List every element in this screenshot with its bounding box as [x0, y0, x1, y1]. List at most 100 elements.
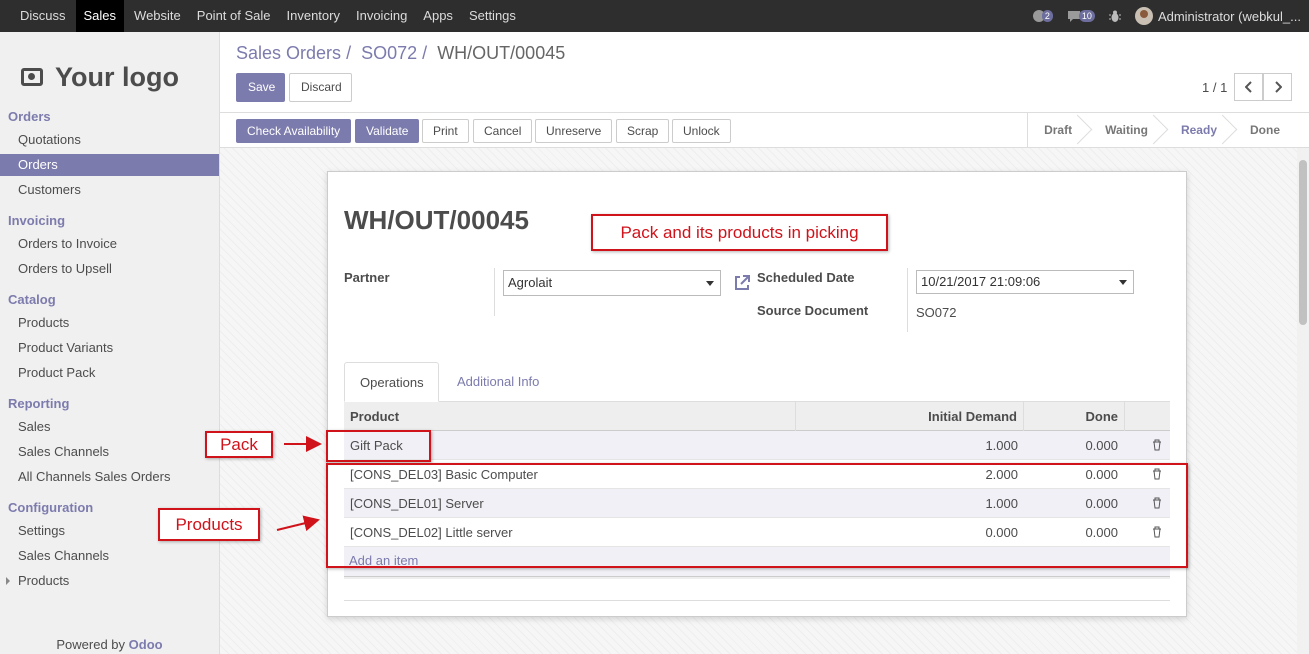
breadcrumb-so072[interactable]: SO072 [361, 43, 417, 63]
pager-value: 1 / 1 [1202, 80, 1228, 95]
row-product: [CONS_DEL01] Server [350, 496, 484, 511]
activity-indicator[interactable]: 2 [1032, 9, 1053, 23]
dropdown-arrow-icon [706, 281, 714, 286]
scheduled-date-input[interactable]: 10/21/2017 21:09:06 [916, 270, 1134, 294]
breadcrumb-current: WH/OUT/00045 [437, 43, 566, 63]
sidebar: Your logo Orders Quotations Orders Custo… [0, 32, 220, 654]
sidebar-item-config-sales-channels[interactable]: Sales Channels [0, 545, 219, 567]
scrap-button[interactable]: Scrap [616, 119, 670, 143]
pager-next-button[interactable] [1263, 73, 1292, 101]
chevron-right-icon [1274, 81, 1282, 93]
scheduled-date-label: Scheduled Date [757, 270, 855, 285]
messages-indicator[interactable]: 10 [1067, 10, 1095, 23]
sidebar-item-all-channels-sales-orders[interactable]: All Channels Sales Orders [0, 466, 219, 488]
scrollbar-thumb[interactable] [1299, 160, 1307, 325]
source-document-value: SO072 [916, 305, 957, 320]
odoo-link[interactable]: Odoo [129, 637, 163, 652]
field-divider [907, 268, 908, 332]
stage-done[interactable]: Done [1228, 113, 1291, 147]
stage-bar: Draft Waiting Ready Done [1027, 113, 1291, 147]
external-link-icon[interactable] [733, 274, 751, 292]
menu-sales[interactable]: Sales [75, 0, 125, 32]
sidebar-item-sales-channels[interactable]: Sales Channels [0, 441, 219, 463]
check-availability-button[interactable]: Check Availability [236, 119, 352, 143]
menu-website[interactable]: Website [128, 0, 187, 32]
powered-by-text: Powered by [56, 637, 126, 652]
trash-icon[interactable] [1152, 439, 1162, 451]
pager-previous-button[interactable] [1234, 73, 1263, 101]
table-footer [344, 576, 1170, 579]
column-product[interactable]: Product [344, 402, 796, 431]
sidebar-item-customers[interactable]: Customers [0, 179, 219, 201]
source-document-label: Source Document [757, 303, 869, 318]
table-row[interactable]: [CONS_DEL02] Little server 0.000 0.000 [344, 518, 1170, 547]
partner-select[interactable]: Agrolait [503, 270, 721, 296]
print-button[interactable]: Print [422, 119, 469, 143]
annotation-products-callout: Products [158, 508, 260, 541]
table-row[interactable]: [CONS_DEL03] Basic Computer 2.000 0.000 [344, 460, 1170, 489]
save-button[interactable]: Save [236, 73, 285, 102]
menu-inventory[interactable]: Inventory [281, 0, 346, 32]
tab-operations[interactable]: Operations [344, 362, 439, 402]
chat-count-badge: 2 [1041, 10, 1053, 22]
table-row[interactable]: Gift Pack 1.000 0.000 [344, 431, 1170, 460]
column-initial-demand[interactable]: Initial Demand [796, 402, 1024, 431]
table-header: Product Initial Demand Done [344, 402, 1170, 431]
column-done[interactable]: Done [1024, 402, 1125, 431]
menu-apps[interactable]: Apps [417, 0, 459, 32]
notebook-tabs: Operations Additional Info [344, 362, 1170, 402]
sidebar-item-orders-to-upsell[interactable]: Orders to Upsell [0, 258, 219, 280]
menu-discuss[interactable]: Discuss [14, 0, 72, 32]
breadcrumb-separator: / [346, 43, 352, 63]
stage-ready[interactable]: Ready [1159, 113, 1228, 147]
powered-by: Powered by Odoo [0, 637, 219, 652]
row-initial-demand: 1.000 [985, 438, 1018, 453]
sidebar-item-product-pack[interactable]: Product Pack [0, 362, 219, 384]
stage-draft[interactable]: Draft [1028, 113, 1083, 147]
row-initial-demand: 2.000 [985, 467, 1018, 482]
tab-additional-info[interactable]: Additional Info [442, 362, 554, 402]
unlock-button[interactable]: Unlock [672, 119, 731, 143]
sidebar-item-product-variants[interactable]: Product Variants [0, 337, 219, 359]
sidebar-item-config-products[interactable]: Products [0, 570, 219, 592]
stage-waiting[interactable]: Waiting [1083, 113, 1159, 147]
trash-icon[interactable] [1152, 468, 1162, 480]
sidebar-item-quotations[interactable]: Quotations [0, 129, 219, 151]
menu-invoicing[interactable]: Invoicing [350, 0, 413, 32]
validate-button[interactable]: Validate [355, 119, 420, 143]
scrollbar[interactable] [1297, 148, 1309, 654]
unreserve-button[interactable]: Unreserve [535, 119, 613, 143]
trash-icon[interactable] [1152, 526, 1162, 538]
section-invoicing: Invoicing [8, 213, 66, 228]
menu-point-of-sale[interactable]: Point of Sale [191, 0, 277, 32]
camera-icon [21, 68, 43, 86]
sidebar-item-orders-to-invoice[interactable]: Orders to Invoice [0, 233, 219, 255]
avatar [1134, 7, 1153, 25]
partner-label: Partner [344, 270, 390, 285]
row-initial-demand: 1.000 [985, 496, 1018, 511]
chevron-left-icon [1244, 81, 1252, 93]
breadcrumb: Sales Orders / SO072 / WH/OUT/00045 [236, 43, 565, 64]
row-product: [CONS_DEL03] Basic Computer [350, 467, 538, 482]
row-done: 0.000 [1085, 525, 1118, 540]
bug-icon[interactable] [1108, 10, 1121, 23]
record-title: WH/OUT/00045 [344, 205, 529, 235]
add-item-link[interactable]: Add an item [349, 553, 418, 568]
add-item-row [344, 547, 1170, 577]
user-menu[interactable]: Administrator (webkul_... [1134, 7, 1301, 25]
trash-icon[interactable] [1152, 497, 1162, 509]
dropdown-arrow-icon [1119, 280, 1127, 285]
cancel-button[interactable]: Cancel [473, 119, 533, 143]
sidebar-item-orders[interactable]: Orders [0, 154, 219, 176]
row-done: 0.000 [1085, 467, 1118, 482]
sidebar-item-label: Products [18, 573, 70, 588]
menu-settings[interactable]: Settings [463, 0, 522, 32]
message-count-badge: 10 [1078, 10, 1095, 22]
sidebar-item-sales[interactable]: Sales [0, 416, 219, 438]
scheduled-date-value: 10/21/2017 21:09:06 [921, 274, 1041, 289]
table-row[interactable]: [CONS_DEL01] Server 1.000 0.000 [344, 489, 1170, 518]
discard-button[interactable]: Discard [289, 73, 352, 102]
sidebar-item-products[interactable]: Products [0, 312, 219, 334]
field-divider [494, 268, 495, 316]
breadcrumb-sales-orders[interactable]: Sales Orders [236, 43, 341, 63]
